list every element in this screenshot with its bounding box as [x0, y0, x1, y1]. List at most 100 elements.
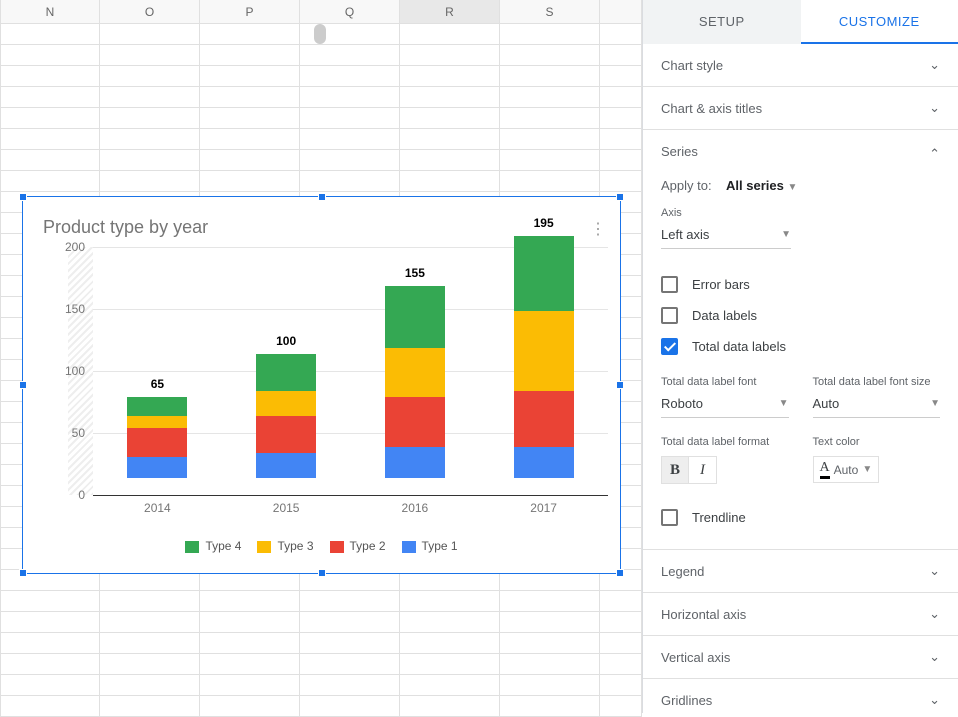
tab-customize[interactable]: CUSTOMIZE	[801, 0, 958, 44]
resize-handle-tl[interactable]	[19, 193, 27, 201]
y-axis-tick: 200	[65, 240, 85, 254]
bar-2014[interactable]: 65	[127, 397, 187, 478]
section-series-header[interactable]: Series ⌃	[643, 130, 958, 172]
section-vertical-axis[interactable]: Vertical axis ⌄	[643, 636, 958, 679]
section-gridlines[interactable]: Gridlines ⌄	[643, 679, 958, 713]
legend-swatch-icon	[185, 541, 199, 553]
apply-to-dropdown[interactable]: All series ▼	[726, 178, 797, 193]
resize-handle-bc[interactable]	[318, 569, 326, 577]
trendline-check[interactable]: Trendline	[661, 502, 940, 533]
bar-segment-Type-3	[127, 416, 187, 428]
x-axis-tick: 2014	[144, 501, 171, 515]
bar-segment-Type-3	[385, 348, 445, 398]
resize-handle-ml[interactable]	[19, 381, 27, 389]
bar-segment-Type-2	[385, 397, 445, 447]
bar-segment-Type-1	[256, 453, 316, 478]
italic-button[interactable]: I	[689, 456, 717, 484]
column-header-partial[interactable]	[600, 0, 642, 23]
bar-2017[interactable]: 195	[514, 236, 574, 478]
column-header-Q[interactable]: Q	[300, 0, 400, 23]
spreadsheet-area: NOPQRS Product type by year ⋮ 0501001502…	[0, 0, 642, 713]
section-label: Series	[661, 144, 698, 159]
x-axis-tick: 2015	[273, 501, 300, 515]
font-field: Total data label font Roboto ▼	[661, 376, 789, 418]
checkbox-icon	[661, 276, 678, 293]
y-axis-tick: 100	[65, 364, 85, 378]
font-size-field: Total data label font size Auto ▼	[813, 376, 941, 418]
bar-2016[interactable]: 155	[385, 286, 445, 478]
text-color-A-icon: A	[820, 460, 830, 479]
y-axis-tick: 150	[65, 302, 85, 316]
section-chart-style[interactable]: Chart style ⌄	[643, 44, 958, 87]
bar-segment-Type-4	[256, 354, 316, 391]
tab-setup[interactable]: SETUP	[643, 0, 801, 44]
chart-legend: Type 4 Type 3 Type 2 Type 1	[33, 539, 610, 553]
chevron-down-icon: ⌄	[929, 649, 940, 665]
bar-segment-Type-2	[127, 428, 187, 457]
total-data-labels-check[interactable]: Total data labels	[661, 331, 940, 362]
section-label: Chart style	[661, 58, 723, 73]
bar-segment-Type-3	[256, 391, 316, 416]
x-axis-tick: 2016	[402, 501, 429, 515]
dropdown-arrow-icon: ▼	[930, 398, 940, 409]
legend-item-Type-2[interactable]: Type 2	[330, 539, 386, 553]
column-header-O[interactable]: O	[100, 0, 200, 23]
font-size-dropdown[interactable]: Auto ▼	[813, 392, 941, 418]
bar-segment-Type-3	[514, 311, 574, 392]
section-label: Vertical axis	[661, 650, 730, 665]
legend-swatch-icon	[402, 541, 416, 553]
vertical-scrollbar-thumb[interactable]	[314, 24, 326, 44]
section-label: Legend	[661, 564, 704, 579]
checkbox-icon	[661, 307, 678, 324]
section-label: Gridlines	[661, 693, 712, 708]
text-color-dropdown[interactable]: A Auto ▼	[813, 456, 880, 483]
legend-swatch-icon	[330, 541, 344, 553]
resize-handle-tr[interactable]	[616, 193, 624, 201]
resize-handle-bl[interactable]	[19, 569, 27, 577]
bar-segment-Type-2	[514, 391, 574, 447]
checkbox-icon	[661, 509, 678, 526]
axis-field: Axis Left axis ▼	[661, 207, 940, 249]
section-chart-axis-titles[interactable]: Chart & axis titles ⌄	[643, 87, 958, 130]
column-header-R[interactable]: R	[400, 0, 500, 23]
section-legend[interactable]: Legend ⌄	[643, 550, 958, 593]
bar-segment-Type-4	[514, 236, 574, 310]
legend-item-Type-1[interactable]: Type 1	[402, 539, 458, 553]
axis-label: Axis	[661, 207, 940, 219]
section-horizontal-axis[interactable]: Horizontal axis ⌄	[643, 593, 958, 636]
column-header-N[interactable]: N	[0, 0, 100, 23]
column-header-S[interactable]: S	[500, 0, 600, 23]
data-labels-check[interactable]: Data labels	[661, 300, 940, 331]
legend-item-Type-4[interactable]: Type 4	[185, 539, 241, 553]
total-data-label: 155	[405, 266, 425, 280]
y-axis-tick: 0	[78, 488, 85, 502]
checkbox-checked-icon	[661, 338, 678, 355]
axis-dropdown[interactable]: Left axis ▼	[661, 223, 791, 249]
format-field: Total data label format B I	[661, 436, 789, 484]
chart-title[interactable]: Product type by year	[33, 207, 610, 238]
error-bars-check[interactable]: Error bars	[661, 269, 940, 300]
chevron-up-icon: ⌃	[929, 146, 940, 162]
resize-handle-br[interactable]	[616, 569, 624, 577]
bar-2015[interactable]: 100	[256, 354, 316, 478]
dropdown-arrow-icon: ▼	[781, 229, 791, 240]
chevron-down-icon: ⌄	[929, 606, 940, 622]
total-data-label: 100	[276, 334, 296, 348]
chevron-down-icon: ⌄	[929, 100, 940, 116]
dropdown-arrow-icon: ▼	[779, 398, 789, 409]
section-label: Chart & axis titles	[661, 101, 762, 116]
chart-object[interactable]: Product type by year ⋮ 05010015020065100…	[22, 196, 621, 574]
chart-plot-area: 050100150200651001551952014201520162017	[68, 247, 608, 512]
chart-menu-icon[interactable]: ⋮	[586, 215, 610, 243]
column-header-row: NOPQRS	[0, 0, 642, 24]
legend-item-Type-3[interactable]: Type 3	[257, 539, 313, 553]
resize-handle-mr[interactable]	[616, 381, 624, 389]
font-dropdown[interactable]: Roboto ▼	[661, 392, 789, 418]
resize-handle-tc[interactable]	[318, 193, 326, 201]
bar-segment-Type-4	[127, 397, 187, 416]
column-header-P[interactable]: P	[200, 0, 300, 23]
sidebar-tabs: SETUP CUSTOMIZE	[643, 0, 958, 44]
bold-button[interactable]: B	[661, 456, 689, 484]
bar-segment-Type-1	[514, 447, 574, 478]
chevron-down-icon: ⌄	[929, 563, 940, 579]
